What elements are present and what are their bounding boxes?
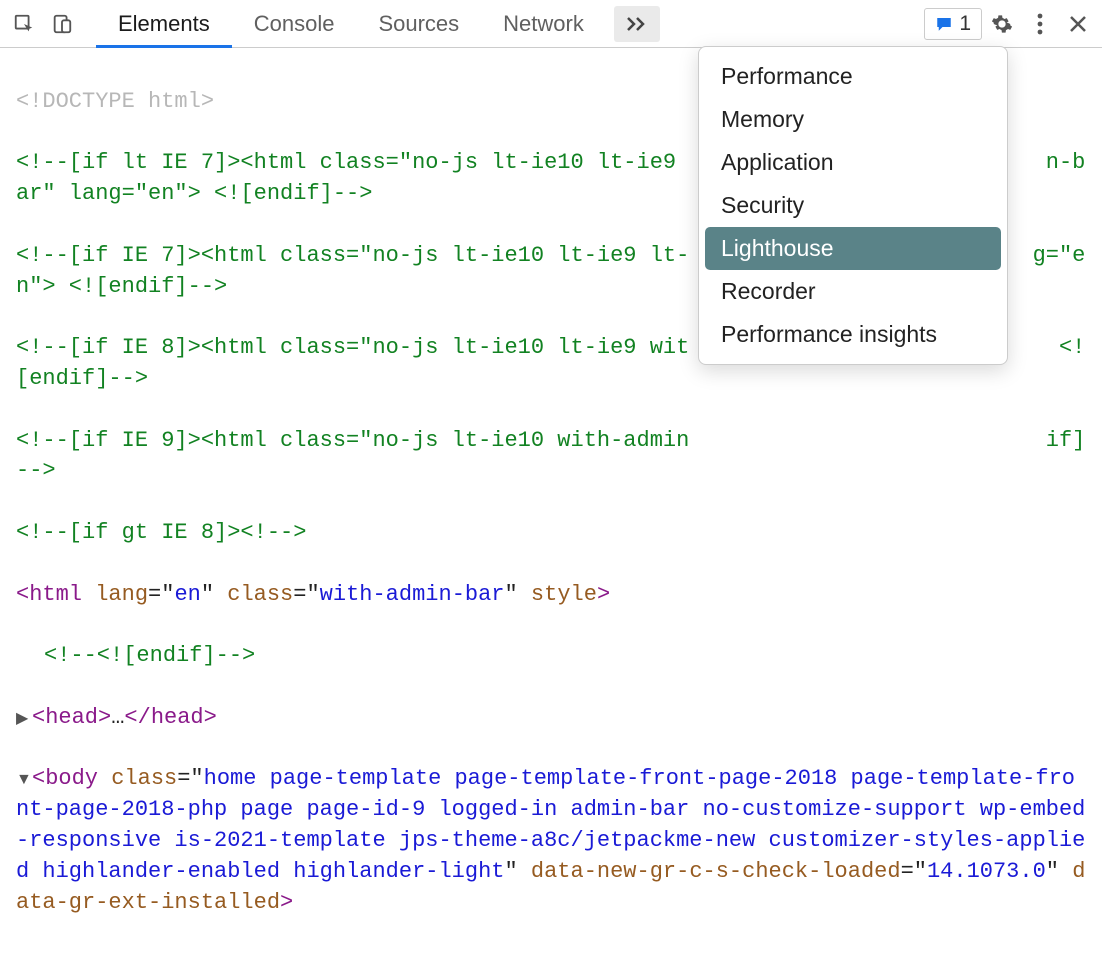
code-comment: <!--[if lt IE 7]><html class="no-js lt-i… (16, 150, 676, 175)
dropdown-item-label: Security (721, 192, 804, 218)
close-icon (1069, 15, 1087, 33)
dropdown-item-label: Application (721, 149, 834, 175)
code-comment: <!--[if gt IE 8]><!--> (16, 520, 306, 545)
dropdown-item-security[interactable]: Security (705, 184, 1001, 227)
code-tag: <html (16, 582, 82, 607)
chevron-double-right-icon (626, 16, 648, 32)
tab-label: Sources (378, 11, 459, 37)
dropdown-item-label: Memory (721, 106, 804, 132)
code-doctype: <!DOCTYPE html> (16, 89, 214, 114)
more-panels-dropdown: Performance Memory Application Security … (698, 46, 1008, 365)
tab-network[interactable]: Network (481, 0, 606, 47)
inspect-icon[interactable] (6, 6, 42, 42)
gear-icon (991, 13, 1013, 35)
dropdown-item-performance-insights[interactable]: Performance insights (705, 313, 1001, 356)
code-comment: <!--[if IE 8]><html class="no-js lt-ie10… (16, 335, 689, 360)
close-devtools-button[interactable] (1060, 6, 1096, 42)
tab-sources[interactable]: Sources (356, 0, 481, 47)
tab-label: Network (503, 11, 584, 37)
message-icon (935, 15, 953, 33)
collapse-triangle-icon[interactable]: ▼ (16, 769, 30, 791)
dropdown-item-performance[interactable]: Performance (705, 55, 1001, 98)
tab-label: Elements (118, 11, 210, 37)
tab-label: Console (254, 11, 335, 37)
code-comment: <!--[if IE 9]><html class="no-js lt-ie10… (16, 428, 689, 453)
code-comment: <!--<![endif]--> (44, 643, 255, 668)
more-vertical-icon (1037, 13, 1043, 35)
tab-elements[interactable]: Elements (96, 0, 232, 47)
dropdown-item-label: Performance insights (721, 321, 937, 347)
dropdown-item-label: Performance (721, 63, 853, 89)
dropdown-item-label: Recorder (721, 278, 816, 304)
code-tag: <head> (32, 705, 111, 730)
device-toggle-icon[interactable] (44, 6, 80, 42)
devtools-toolbar: Elements Console Sources Network 1 (0, 0, 1102, 48)
code-comment: <!--[if IE 7]><html class="no-js lt-ie10… (16, 243, 689, 268)
dropdown-item-label: Lighthouse (721, 235, 834, 261)
tab-console[interactable]: Console (232, 0, 357, 47)
issues-badge[interactable]: 1 (924, 8, 982, 40)
dropdown-item-memory[interactable]: Memory (705, 98, 1001, 141)
expand-triangle-icon[interactable]: ▶ (16, 708, 30, 730)
more-tabs-button[interactable] (614, 6, 660, 42)
settings-button[interactable] (984, 6, 1020, 42)
dropdown-item-lighthouse[interactable]: Lighthouse (705, 227, 1001, 270)
code-tag: <body (32, 766, 98, 791)
panel-tabs: Elements Console Sources Network (96, 0, 606, 47)
dropdown-item-recorder[interactable]: Recorder (705, 270, 1001, 313)
issues-count: 1 (959, 12, 971, 36)
kebab-menu-button[interactable] (1022, 6, 1058, 42)
dropdown-item-application[interactable]: Application (705, 141, 1001, 184)
